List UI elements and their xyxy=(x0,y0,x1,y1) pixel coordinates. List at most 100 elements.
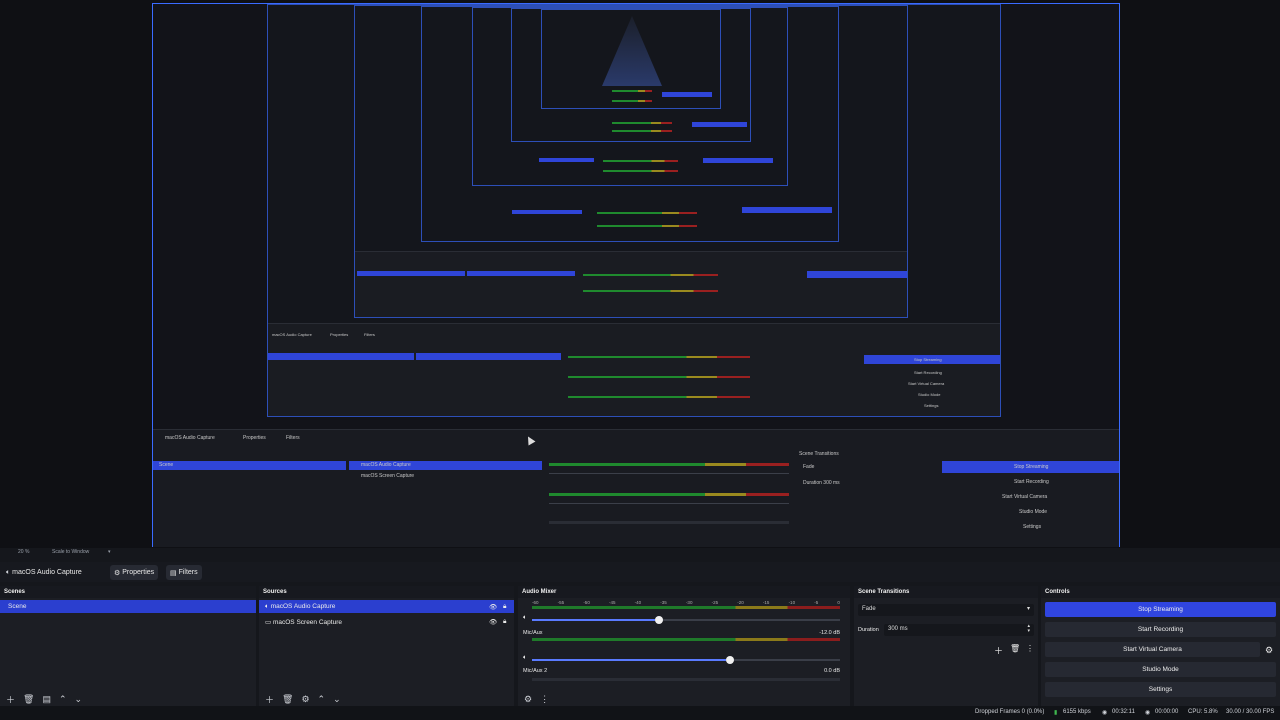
cpu-usage: CPU: 5.8% xyxy=(1188,709,1218,715)
rec-time: 00:00:00 xyxy=(1155,709,1179,715)
transition-value: Fade xyxy=(862,606,876,612)
transition-menu-icon[interactable]: ⋮ xyxy=(1026,644,1034,653)
bitrate-icon: ▮ xyxy=(1054,710,1058,716)
zoom-mode[interactable]: Scale to Window xyxy=(52,549,89,555)
filters-button[interactable]: ▤ Filters xyxy=(166,565,202,580)
live-icon: ◉ xyxy=(1102,710,1108,716)
chevron-down-icon: ▾ xyxy=(1026,606,1030,612)
nested-capture-level-1: macOS Audio Capture Properties Filters S… xyxy=(267,4,1001,417)
nested-capture-level-5 xyxy=(511,8,751,142)
selected-source-name: macOS Audio Capture xyxy=(12,569,82,576)
source-settings-icon[interactable]: ⚙ xyxy=(301,694,309,705)
scene-filter-icon[interactable]: ▤ xyxy=(42,694,51,705)
meter-channel-1 xyxy=(532,606,840,609)
obs-window: macOS Audio Capture Properties Filters S… xyxy=(0,0,1280,720)
gear-icon: ⚙ xyxy=(114,569,121,577)
volume-slider-2[interactable] xyxy=(532,656,840,664)
transitions-title: Scene Transitions xyxy=(854,586,1038,598)
scenes-title: Scenes xyxy=(0,586,256,598)
lock-icon[interactable]: 🔒︎ xyxy=(503,618,506,626)
audio-mixer-dock: Audio Mixer -60 -55 -50 -45 -40 -35 -30 -25 -20-… xyxy=(518,586,850,706)
source-down-icon[interactable]: ⌄ xyxy=(333,694,341,705)
transitions-title-text: Scene Transitions xyxy=(858,589,910,595)
zoom-value[interactable]: 20 % xyxy=(18,549,29,555)
dropped-frames: Dropped Frames 0 (0.0%) xyxy=(975,709,1045,715)
speaker-icon[interactable]: 🔈︎ xyxy=(523,654,527,662)
channel-3-name: Mic/Aux 2 xyxy=(523,668,548,674)
add-source-icon[interactable]: ＋ xyxy=(265,693,274,706)
volume-knob-2[interactable] xyxy=(726,656,735,664)
add-scene-icon[interactable]: ＋ xyxy=(6,693,15,706)
speaker-icon: 🔈︎ xyxy=(265,603,269,610)
scenes-dock: Scenes Scene ＋ 🗑︎ ▤ ⌃ ⌄ xyxy=(0,586,256,706)
scene-item-label: Scene xyxy=(8,603,27,610)
remove-scene-icon[interactable]: 🗑︎ xyxy=(23,694,34,705)
scene-up-icon[interactable]: ⌃ xyxy=(59,694,67,705)
channel-3-db: 0.0 dB xyxy=(824,668,840,674)
bitrate: 6155 kbps xyxy=(1063,709,1091,715)
volume-slider-1[interactable] xyxy=(532,616,840,624)
start-virtual-camera-button[interactable]: Start Virtual Camera xyxy=(1045,642,1260,657)
lock-icon[interactable]: 🔒︎ xyxy=(503,603,506,611)
preview-canvas[interactable]: macOS Audio Capture Properties Filters S… xyxy=(152,3,1120,547)
scene-transitions-dock: Scene Transitions Fade ▾ Duration 300 ms… xyxy=(854,586,1038,706)
filter-icon: ▤ xyxy=(170,569,177,577)
nested-capture-level-3 xyxy=(421,6,839,242)
fps: 30.00 / 30.00 FPS xyxy=(1226,709,1275,715)
duration-input[interactable]: 300 ms ▴ ▾ xyxy=(884,624,1034,636)
properties-label: Properties xyxy=(122,569,155,576)
monitor-icon: ▭ xyxy=(265,619,272,626)
nested-capture-level-4 xyxy=(472,7,788,186)
nested-capture-level-6 xyxy=(541,9,721,109)
source-up-icon[interactable]: ⌃ xyxy=(318,694,326,705)
sources-footer: ＋ 🗑︎ ⚙ ⌃ ⌄ xyxy=(259,692,514,706)
scene-down-icon[interactable]: ⌄ xyxy=(75,694,83,705)
properties-button[interactable]: ⚙ Properties xyxy=(110,565,159,580)
mixer-menu-icon[interactable]: ⋮ xyxy=(540,694,549,705)
nested-dock-level-1: macOS Audio Capture Properties Filters S… xyxy=(268,323,1000,416)
mixer-settings-icon[interactable]: ⚙ xyxy=(524,694,532,705)
zoom-chevron-icon[interactable]: ▾ xyxy=(108,549,111,555)
studio-mode-button[interactable]: Studio Mode xyxy=(1045,662,1276,677)
stepper-icon[interactable]: ▴ ▾ xyxy=(1027,624,1030,634)
settings-button[interactable]: Settings xyxy=(1045,682,1276,697)
nested-capture-level-2 xyxy=(354,5,908,318)
controls-dock: Controls Stop Streaming Start Recording … xyxy=(1041,586,1280,706)
rec-icon: ◉ xyxy=(1145,710,1151,716)
speaker-icon[interactable]: 🔈︎ xyxy=(523,614,527,622)
channel-2-db: -12.0 dB xyxy=(819,630,840,636)
transition-select[interactable]: Fade ▾ xyxy=(858,604,1034,616)
eye-icon[interactable]: 👁︎ xyxy=(489,618,497,626)
scene-item-selected[interactable] xyxy=(0,600,256,613)
zoom-bar: 20 % Scale to Window ▾ xyxy=(0,548,1280,559)
nested-dock-level-0: macOS Audio Capture Properties Filters S… xyxy=(153,429,1119,547)
sources-dock: Sources 🔈︎ macOS Audio Capture 👁︎ 🔒︎ ▭ m… xyxy=(259,586,514,706)
sources-title-text: Sources xyxy=(263,589,287,595)
mixer-title: Audio Mixer xyxy=(518,586,850,598)
scenes-title-text: Scenes xyxy=(4,589,26,595)
eye-icon[interactable]: 👁︎ xyxy=(489,603,497,611)
sources-title: Sources xyxy=(259,586,514,598)
virtual-camera-settings-icon[interactable]: ⚙ xyxy=(1265,645,1273,656)
duration-value: 300 ms xyxy=(888,626,908,632)
channel-2-name: Mic/Aux xyxy=(523,630,543,636)
start-recording-button[interactable]: Start Recording xyxy=(1045,622,1276,637)
status-bar: Dropped Frames 0 (0.0%) ▮ 6155 kbps ◉ 00… xyxy=(0,706,1280,720)
scenes-footer: ＋ 🗑︎ ▤ ⌃ ⌄ xyxy=(0,692,256,706)
source-toolbar: 🔈︎ macOS Audio Capture ⚙ Properties ▤ Fi… xyxy=(0,562,1280,582)
source-item-screen[interactable]: ▭ macOS Screen Capture xyxy=(265,618,342,626)
meter-channel-2 xyxy=(532,638,840,641)
remove-source-icon[interactable]: 🗑︎ xyxy=(282,694,293,705)
stop-streaming-button[interactable]: Stop Streaming xyxy=(1045,602,1276,617)
volume-knob-1[interactable] xyxy=(655,616,664,624)
source-item-audio[interactable]: 🔈︎ macOS Audio Capture xyxy=(265,603,335,611)
add-transition-icon[interactable]: ＋ xyxy=(994,644,1003,657)
remove-transition-icon[interactable]: 🗑︎ xyxy=(1010,644,1020,653)
source-item-audio-label: macOS Audio Capture xyxy=(270,603,336,610)
preview-area[interactable]: macOS Audio Capture Properties Filters S… xyxy=(0,0,1280,548)
mixer-title-text: Audio Mixer xyxy=(522,589,557,595)
controls-title: Controls xyxy=(1041,586,1280,598)
duration-label: Duration xyxy=(858,627,879,633)
filters-label: Filters xyxy=(178,569,198,576)
speaker-icon: 🔈︎ xyxy=(6,568,11,576)
